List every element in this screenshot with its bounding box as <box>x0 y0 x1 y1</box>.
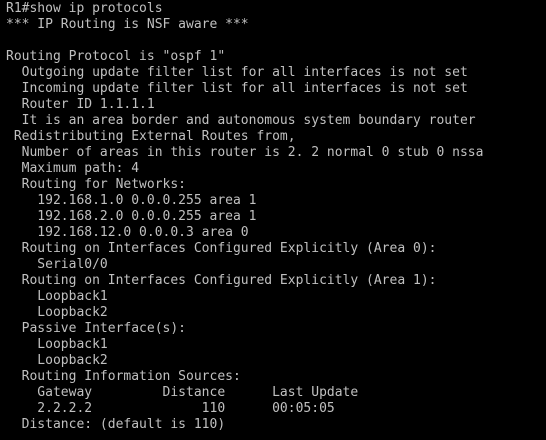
terminal-line: Number of areas in this router is 2. 2 n… <box>6 145 484 160</box>
terminal-line: Redistributing External Routes from, <box>6 129 296 144</box>
terminal-line: R1#show ip protocols <box>6 1 163 16</box>
terminal-line: Loopback1 <box>6 289 108 304</box>
terminal-line: *** IP Routing is NSF aware *** <box>6 17 249 32</box>
terminal-line: Incoming update filter list for all inte… <box>6 81 468 96</box>
terminal-line: 192.168.2.0 0.0.0.255 area 1 <box>6 209 257 224</box>
terminal-line: Passive Interface(s): <box>6 321 187 336</box>
terminal-window[interactable]: R1#show ip protocols *** IP Routing is N… <box>0 0 546 440</box>
terminal-line: Maximum path: 4 <box>6 161 140 176</box>
terminal-line: 2.2.2.2 110 00:05:05 <box>6 401 335 416</box>
terminal-line: Outgoing update filter list for all inte… <box>6 65 468 80</box>
terminal-line: Routing Information Sources: <box>6 369 241 384</box>
terminal-line: 192.168.12.0 0.0.0.3 area 0 <box>6 225 249 240</box>
terminal-line: Distance: (default is 110) <box>6 417 226 432</box>
terminal-line: Loopback2 <box>6 305 108 320</box>
terminal-line: Routing on Interfaces Configured Explici… <box>6 273 437 288</box>
terminal-line: 192.168.1.0 0.0.0.255 area 1 <box>6 193 257 208</box>
terminal-line: Loopback2 <box>6 353 108 368</box>
terminal-line: Serial0/0 <box>6 257 108 272</box>
terminal-line: Routing on Interfaces Configured Explici… <box>6 241 437 256</box>
terminal-line: It is an area border and autonomous syst… <box>6 113 476 128</box>
terminal-line: Loopback1 <box>6 337 108 352</box>
terminal-line: Routing for Networks: <box>6 177 187 192</box>
terminal-line: Router ID 1.1.1.1 <box>6 97 155 112</box>
terminal-line: Gateway Distance Last Update <box>6 385 359 400</box>
terminal-line: Routing Protocol is "ospf 1" <box>6 49 226 64</box>
